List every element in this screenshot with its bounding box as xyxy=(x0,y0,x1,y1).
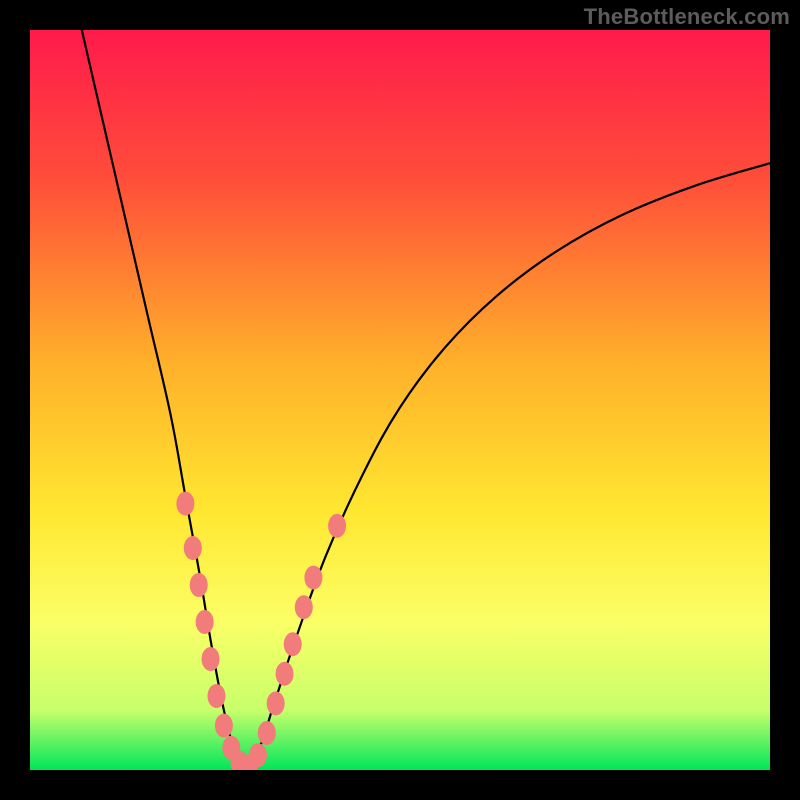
data-marker xyxy=(284,632,302,656)
data-marker xyxy=(202,647,220,671)
data-marker xyxy=(304,566,322,590)
bottleneck-chart xyxy=(30,30,770,770)
data-marker xyxy=(196,610,214,634)
data-marker xyxy=(207,684,225,708)
data-marker xyxy=(184,536,202,560)
data-marker xyxy=(276,662,294,686)
data-marker xyxy=(249,743,267,767)
data-marker xyxy=(267,691,285,715)
data-marker xyxy=(215,714,233,738)
chart-frame: TheBottleneck.com xyxy=(0,0,800,800)
data-marker xyxy=(328,514,346,538)
plot-area xyxy=(30,30,770,770)
data-marker xyxy=(258,721,276,745)
data-marker xyxy=(176,492,194,516)
data-marker xyxy=(190,573,208,597)
watermark-text: TheBottleneck.com xyxy=(584,4,790,30)
gradient-background xyxy=(30,30,770,770)
data-marker xyxy=(295,595,313,619)
